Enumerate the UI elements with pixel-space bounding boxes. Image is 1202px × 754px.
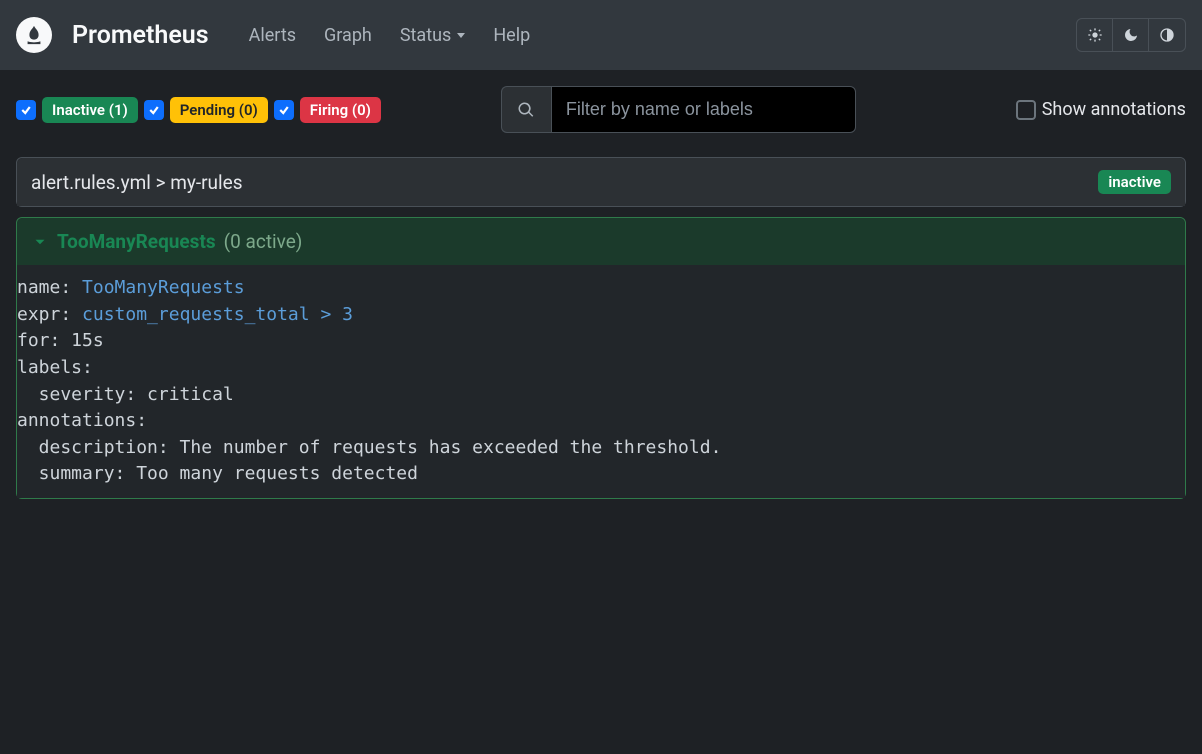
inactive-badge[interactable]: Inactive (1) [42, 97, 138, 123]
search-icon [517, 101, 535, 119]
theme-light-button[interactable] [1077, 19, 1113, 51]
show-annotations-checkbox[interactable] [1016, 100, 1036, 120]
rule-group-state-badge: inactive [1098, 170, 1171, 194]
search-wrap [501, 86, 856, 133]
theme-dark-button[interactable] [1113, 19, 1149, 51]
show-annotations-label: Show annotations [1042, 99, 1186, 120]
rule-definition: name: TooManyRequests expr: custom_reque… [17, 265, 1185, 498]
nav-graph[interactable]: Graph [324, 25, 372, 46]
moon-icon [1123, 27, 1139, 43]
rule-expr-link[interactable]: custom_requests_total > 3 [82, 304, 353, 325]
controls-row: Inactive (1) Pending (0) Firing (0) Show… [16, 86, 1186, 133]
nav-alerts[interactable]: Alerts [249, 25, 296, 46]
chevron-down-icon [31, 233, 49, 251]
content: Inactive (1) Pending (0) Firing (0) Show… [0, 70, 1202, 515]
pending-badge[interactable]: Pending (0) [170, 97, 268, 123]
brand-title[interactable]: Prometheus [72, 21, 209, 50]
state-filter-toggles: Inactive (1) Pending (0) Firing (0) [16, 97, 381, 123]
alert-rule-count: (0 active) [224, 230, 303, 253]
rule-group-path: alert.rules.yml > my-rules [31, 171, 243, 194]
nav-help[interactable]: Help [493, 25, 530, 46]
rule-group: alert.rules.yml > my-rules inactive [16, 157, 1186, 207]
rule-group-header[interactable]: alert.rules.yml > my-rules inactive [17, 158, 1185, 206]
nav-links: Alerts Graph Status Help [249, 25, 1076, 46]
pending-checkbox[interactable] [144, 100, 164, 120]
show-annotations-toggle[interactable]: Show annotations [1016, 99, 1186, 120]
nav-status[interactable]: Status [400, 25, 465, 46]
alert-rule-name: TooManyRequests [57, 230, 216, 253]
inactive-checkbox[interactable] [16, 100, 36, 120]
flame-icon [23, 24, 45, 46]
contrast-icon [1159, 27, 1175, 43]
prometheus-logo[interactable] [16, 17, 52, 53]
navbar: Prometheus Alerts Graph Status Help [0, 0, 1202, 70]
firing-checkbox[interactable] [274, 100, 294, 120]
theme-switcher [1076, 18, 1186, 52]
search-icon-box [501, 86, 551, 133]
alert-rule: TooManyRequests (0 active) name: TooMany… [16, 217, 1186, 499]
sun-icon [1087, 27, 1103, 43]
firing-badge[interactable]: Firing (0) [300, 97, 381, 123]
search-input[interactable] [551, 86, 856, 133]
theme-auto-button[interactable] [1149, 19, 1185, 51]
alert-rule-header[interactable]: TooManyRequests (0 active) [17, 218, 1185, 265]
rule-name-link[interactable]: TooManyRequests [82, 277, 245, 298]
